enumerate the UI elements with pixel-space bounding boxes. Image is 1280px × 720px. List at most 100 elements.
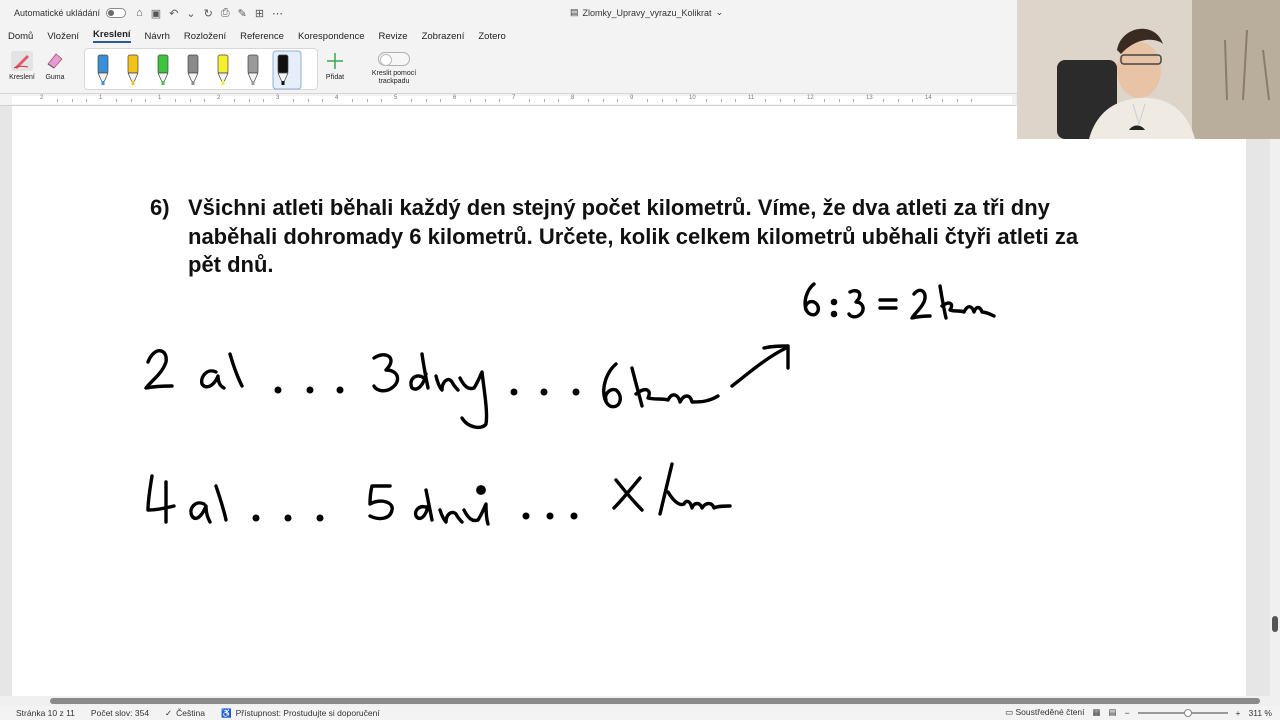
tab-review[interactable]: Revize (379, 31, 408, 42)
ruler-bar: 2 1 1 2 3 4 5 6 7 8 9 10 11 12 13 14 (12, 95, 1012, 104)
drawing-tool-button[interactable]: Kreslení (6, 50, 38, 81)
pen-gallery (84, 48, 318, 90)
word-window: Automatické ukládání ⌂ ▣ ↶ ⌄ ↻ ⎙ ✎ ⊞ ⋯ ▤… (0, 0, 1280, 720)
pen-7[interactable] (272, 50, 302, 90)
pen-3[interactable] (157, 54, 169, 85)
ruler-tick (646, 99, 648, 102)
ruler-tick (720, 99, 722, 102)
handwritten-ink-layer[interactable] (12, 106, 1246, 696)
presenter-image (1017, 0, 1280, 139)
zoom-in-icon[interactable]: + (1236, 708, 1241, 718)
eraser-icon (47, 53, 63, 69)
ruler-tick (897, 99, 899, 102)
ink-digit-4-row2 (146, 474, 176, 524)
zoom-slider-knob[interactable] (1183, 708, 1192, 717)
ink-digit-5-row2 (368, 484, 394, 521)
ruler-tick (174, 99, 176, 102)
tab-insert[interactable]: Vložení (47, 31, 79, 42)
horizontal-scrollbar[interactable] (0, 696, 1280, 706)
tab-view[interactable]: Zobrazení (422, 31, 465, 42)
document-icon: ▤ (570, 7, 579, 17)
document-page[interactable]: 6) Všichni atleti běhali každý den stejn… (12, 106, 1246, 696)
ruler-tick (307, 99, 309, 102)
page-indicator[interactable]: Stránka 10 z 11 (16, 708, 75, 718)
zoom-slider[interactable] (1137, 708, 1228, 717)
ruler-tick (617, 99, 619, 102)
undo-icon[interactable]: ↶ (169, 7, 178, 20)
lasso-pen-icon (11, 51, 33, 71)
autosave[interactable]: Automatické ukládání (14, 8, 127, 18)
print-layout-icon[interactable]: ▦ (1093, 707, 1101, 718)
focus-icon: ▭ (1005, 707, 1014, 717)
ruler-number: 14 (925, 95, 932, 101)
ink-dnu-row2 (413, 488, 490, 526)
vertical-scroll-thumb[interactable] (1272, 616, 1278, 632)
horizontal-scroll-thumb[interactable] (50, 698, 1260, 704)
ruler-tick (115, 99, 117, 102)
language-indicator[interactable]: ✓ Čeština (165, 708, 205, 719)
ink-km-row2 (658, 462, 732, 516)
ink-dot (316, 514, 324, 522)
accessibility-indicator[interactable]: ♿ Přístupnost: Prostudujte si doporučení (221, 708, 380, 719)
settings-icon[interactable]: ⊞ (255, 7, 264, 20)
tab-mailings[interactable]: Korespondence (298, 31, 365, 42)
word-count[interactable]: Počet slov: 354 (91, 708, 149, 718)
autosave-label: Automatické ukládání (14, 8, 101, 18)
ink-letter-x-row2 (612, 476, 644, 512)
pen-1[interactable] (97, 54, 109, 85)
accessibility-label: Přístupnost: Prostudujte si doporučení (235, 708, 380, 718)
ink-dot (510, 388, 518, 396)
add-pen-button[interactable]: Přidat (320, 50, 350, 81)
ruler-tick (71, 99, 73, 102)
ruler-tick (823, 99, 825, 102)
ink-arrow-line (730, 346, 788, 388)
language-label: Čeština (176, 708, 205, 718)
ink-dot (306, 386, 314, 394)
ruler-tick (838, 99, 840, 102)
tab-layout[interactable]: Rozložení (184, 31, 226, 42)
home-icon[interactable]: ⌂ (136, 7, 143, 20)
save-icon[interactable]: ▣ (151, 7, 161, 20)
web-layout-icon[interactable]: ▤ (1109, 707, 1117, 718)
ruler-number: 12 (807, 95, 814, 101)
ruler-number: 3 (276, 95, 280, 101)
pen-6[interactable] (247, 54, 259, 85)
zoom-out-icon[interactable]: − (1125, 708, 1130, 718)
add-pen-label: Přidat (325, 74, 345, 81)
ink-dot (572, 388, 580, 396)
ruler-tick (853, 99, 855, 102)
ruler-number: 5 (394, 95, 398, 101)
pen-4[interactable] (187, 54, 199, 85)
eraser-button[interactable]: Guma (40, 50, 70, 81)
ink-equals (878, 298, 898, 310)
tab-home[interactable]: Domů (8, 31, 33, 42)
print-icon[interactable]: ⎙ (221, 7, 230, 20)
redo-icon[interactable]: ↻ (204, 7, 213, 20)
tab-design[interactable]: Návrh (145, 31, 170, 42)
vertical-scrollbar[interactable] (1270, 106, 1280, 696)
tab-references[interactable]: Reference (240, 31, 284, 42)
ruler-tick (676, 99, 678, 102)
more-icon[interactable]: ⋯ (272, 7, 283, 20)
pen-2[interactable] (127, 54, 139, 85)
trackpad-switch[interactable] (378, 52, 410, 66)
focus-mode-button[interactable]: ▭ Soustředěné čtení (1005, 707, 1084, 718)
autosave-toggle[interactable] (106, 8, 127, 18)
ruler-tick (351, 99, 353, 102)
document-title[interactable]: ▤ Zlomky_Upravy_vyrazu_Kolikrat ⌄ (570, 7, 723, 18)
ruler-number: 2 (217, 95, 221, 101)
ruler-tick (528, 99, 530, 102)
dropdown-icon[interactable]: ⌄ (186, 7, 195, 20)
ruler-tick (366, 99, 368, 102)
ruler-number: 11 (748, 95, 755, 101)
ruler-tick (912, 99, 914, 102)
tab-zotero[interactable]: Zotero (478, 31, 505, 42)
zoom-level[interactable]: 311 % (1249, 708, 1272, 718)
pen-5[interactable] (217, 54, 229, 85)
ruler-tick (263, 99, 265, 102)
edit-icon[interactable]: ✎ (238, 7, 247, 20)
tab-draw[interactable]: Kreslení (93, 29, 131, 43)
ruler-number: 13 (866, 95, 873, 101)
trackpad-draw-toggle[interactable]: Kreslit pomocí trackpadu (364, 52, 424, 86)
ruler-tick (86, 99, 88, 102)
